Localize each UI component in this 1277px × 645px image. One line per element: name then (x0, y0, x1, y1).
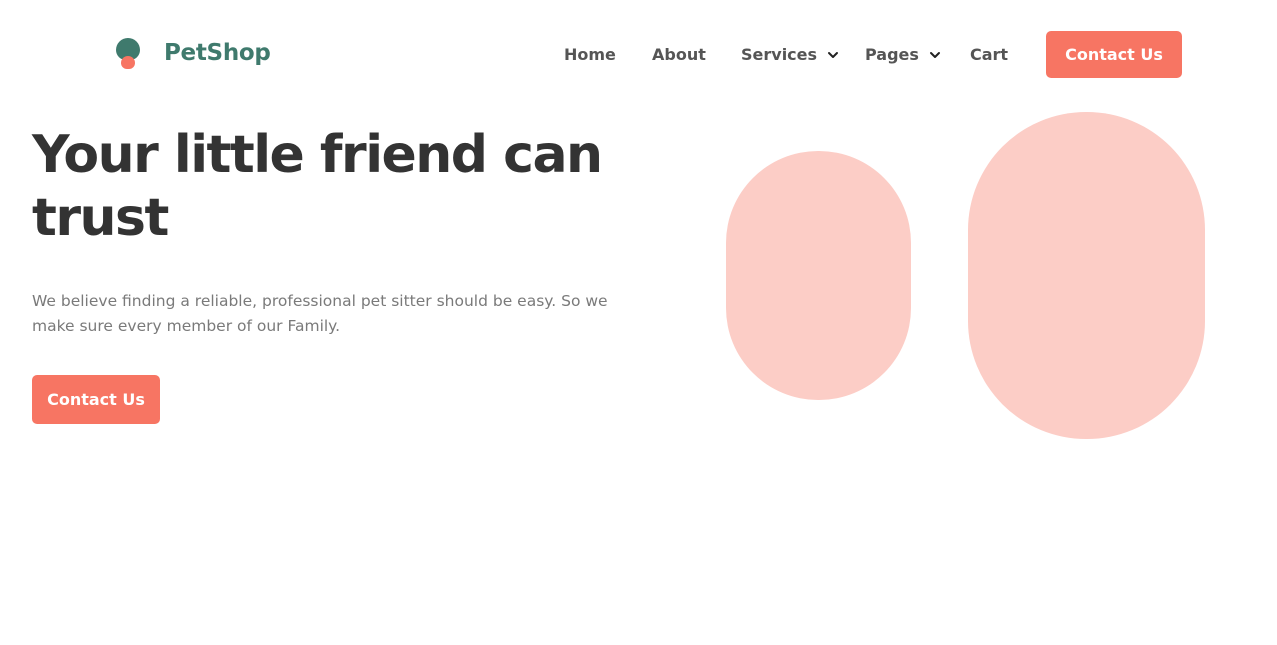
nav-item-services[interactable]: Services (741, 31, 839, 78)
hero-title: Your little friend can trust (32, 125, 603, 248)
header-contact-us-button[interactable]: Contact Us (1046, 31, 1182, 78)
nav-item-pages-label: Pages (865, 45, 919, 64)
nav-item-about[interactable]: About (652, 31, 706, 78)
hero-contact-us-button[interactable]: Contact Us (32, 375, 160, 424)
nav-item-pages[interactable]: Pages (865, 31, 941, 78)
hero-image-placeholder-left (726, 151, 911, 400)
nav-item-home[interactable]: Home (564, 31, 616, 78)
page: PetShop Home About Services Pages Cart C… (0, 0, 1277, 645)
chevron-down-icon (929, 49, 941, 61)
nav-item-services-label: Services (741, 45, 818, 64)
nav-item-cart[interactable]: Cart (970, 31, 1008, 78)
hero-image-placeholder-right (968, 112, 1205, 439)
hero-description: We believe finding a reliable, professio… (32, 292, 608, 335)
chevron-down-icon (827, 49, 839, 61)
